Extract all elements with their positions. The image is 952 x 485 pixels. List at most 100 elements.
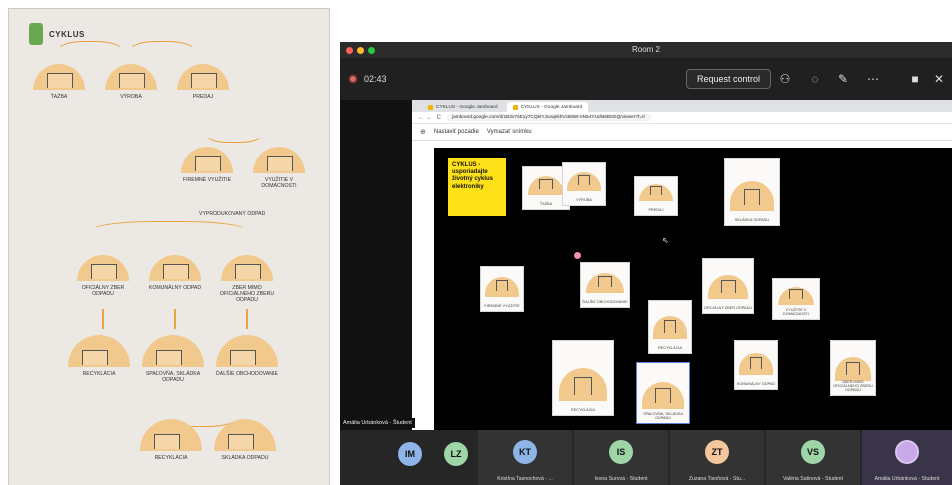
cycle-node: VYUŽITIE V DOMÁCNOSTI [247, 147, 311, 189]
mining-icon [539, 178, 553, 189]
participant-strip: IM LZ KT Kristína Tasnochová - ... IS Iv… [340, 430, 952, 485]
participant-tile[interactable]: VS Valéria Satinová - Študent [766, 430, 860, 485]
flow-arrow [89, 221, 249, 247]
office-building-icon [181, 147, 233, 173]
window-titlebar: Room 2 [340, 42, 952, 58]
sticky-note[interactable]: CYKLUS - usporiadajte životný cyklus ele… [448, 158, 506, 216]
pointer-dot-icon [574, 252, 581, 259]
flow-arrow [102, 309, 104, 329]
trash-can-icon [149, 255, 201, 281]
cycle-node: PREDAJ [171, 64, 235, 100]
chapter-badge-icon [29, 23, 43, 45]
cycle-node: ŤAŽBA [27, 64, 91, 100]
zoom-icon[interactable]: ⊕ [420, 128, 426, 136]
participant-avatar: IS [609, 440, 633, 464]
reload-icon[interactable]: C [437, 115, 441, 121]
mouse-cursor-icon: ⇖ [662, 236, 669, 245]
screenshot-root: { "book": { "title": "CYKLUS", "nodes": … [0, 0, 952, 485]
mic-muted-icon[interactable]: ✕ [930, 70, 948, 88]
participant-avatar[interactable]: IM [398, 442, 422, 466]
participant-avatar[interactable]: LZ [444, 442, 468, 466]
set-background-button[interactable]: Nastaviť pozadie [434, 129, 479, 135]
jam-card[interactable]: RECYKLÁCIA [648, 300, 692, 354]
browser-window: CYKLUS - Google Jamboard CYKLUS - Google… [412, 100, 952, 430]
participant-avatar: ZT [705, 440, 729, 464]
factory-icon [577, 174, 591, 185]
ship-truck-icon [846, 361, 860, 375]
call-timer: 02:43 [364, 74, 387, 84]
jam-card-selected[interactable]: SPAĽOVŇA, SKLÁDKA ODPADU [636, 362, 690, 424]
recycle-icon [68, 335, 130, 367]
more-options-icon[interactable]: ⋯ [864, 70, 882, 88]
jam-card[interactable]: VÝROBA [562, 162, 606, 206]
camera-icon[interactable]: ■ [906, 70, 924, 88]
trash-can-icon [749, 357, 763, 369]
participant-tile[interactable]: IS Ivona Surová - Študent [574, 430, 668, 485]
jam-card[interactable]: RECYKLÁCIA [552, 340, 614, 416]
participant-avatar: KT [513, 440, 537, 464]
cycle-node: ZBER MIMO OFICIÁLNEHO ZBERU ODPADU [215, 255, 279, 304]
participant-name: Valéria Satinová - Študent [783, 476, 843, 482]
jam-card[interactable]: OFICIÁLNY ZBER ODPADU [702, 258, 754, 314]
participant-tile[interactable]: ZT Zuzana Tisoňová - Štu... [670, 430, 764, 485]
participant-photo-avatar [895, 440, 919, 464]
bins-icon [77, 255, 129, 281]
chat-icon[interactable]: ◌ [806, 70, 824, 88]
jam-card[interactable]: KOMUNÁLNY ODPAD [734, 340, 778, 390]
participant-avatar: VS [801, 440, 825, 464]
jamboard-toolbar: ⊕ Nastaviť pozadie Vymazať snímku [412, 124, 952, 141]
incinerator-icon [142, 335, 204, 367]
participant-tile[interactable]: KT Kristína Tasnochová - ... [478, 430, 572, 485]
cycle-node: RECYKLÁCIA [139, 419, 203, 461]
call-toolbar: 02:43 Request control ⚇ ◌ ✎ ⋯ ■ ✕ [340, 58, 952, 100]
textbook-page: CYKLUS ŤAŽBA VÝROBA PREDAJ FIREMNÉ VYUŽI… [8, 8, 330, 485]
incinerator-icon [655, 388, 671, 403]
browser-tab-active[interactable]: CYKLUS - Google Jamboard [506, 102, 589, 112]
recycle-icon [663, 320, 677, 333]
cycle-node: FIREMNÉ VYUŽITIE [175, 147, 239, 183]
flow-arrow [204, 117, 264, 143]
url-field[interactable]: jamboard.google.com/d/1B2v7sE1y7CQkIYJuv… [446, 114, 651, 121]
participant-name: Amália Urbánková - Študent [874, 476, 940, 482]
presenter-name-label: Amália Urbánková - Študent [340, 418, 415, 428]
flow-arrow [246, 309, 248, 329]
participants-icon[interactable]: ⚇ [776, 70, 794, 88]
cycle-node: SKLÁDKA ODPADU [213, 419, 277, 461]
jam-card[interactable]: ĎALŠIE OBCHODOVANIE [580, 262, 630, 308]
cycle-node: OFICIÁLNY ZBER ODPADU [71, 255, 135, 297]
browser-tabs: CYKLUS - Google Jamboard CYKLUS - Google… [412, 100, 952, 112]
recycle-icon [574, 376, 592, 395]
recycle-icon [140, 419, 202, 451]
factory-icon [105, 64, 157, 90]
cycle-node: SPAĽOVŇA, SKLÁDKA ODPADU [141, 335, 205, 383]
jam-card[interactable]: VYUŽITIE V DOMÁCNOSTI [772, 278, 820, 320]
textbook-title: CYKLUS [49, 29, 85, 39]
jamboard-canvas[interactable]: CYKLUS - usporiadajte životný cyklus ele… [434, 148, 952, 430]
participant-name: Kristína Tasnochová - ... [497, 476, 553, 482]
landfill-icon [743, 188, 761, 205]
address-bar: ← → C jamboard.google.com/d/1B2v7sE1y7CQ… [412, 112, 952, 124]
cycle-node: KOMUNÁLNY ODPAD [143, 255, 207, 291]
window-title: Room 2 [631, 45, 660, 54]
jam-card[interactable]: FIREMNÉ VYUŽITIE [480, 266, 524, 312]
participant-name: Ivona Surová - Študent [594, 476, 648, 482]
participant-tile-active[interactable]: Amália Urbánková - Študent [862, 430, 952, 485]
ship-truck-icon [221, 255, 273, 281]
bazaar-shop-icon [216, 335, 278, 367]
effects-icon[interactable]: ✎ [834, 70, 852, 88]
nav-arrows-icon[interactable]: ← → [418, 115, 432, 121]
recording-icon [348, 74, 358, 84]
bins-icon [720, 279, 736, 293]
request-control-button[interactable]: Request control [686, 69, 772, 89]
mining-icon [33, 64, 85, 90]
jamboard-tab-icon [512, 104, 518, 110]
jam-card[interactable]: PREDAJ [634, 176, 678, 216]
landfill-icon [214, 419, 276, 451]
jam-card[interactable]: ZBER MIMO OFICIÁLNEHO ZBERU ODPADU [830, 340, 876, 396]
clear-frame-button[interactable]: Vymazať snímku [487, 129, 532, 135]
office-building-icon [495, 280, 509, 291]
cycle-node: RECYKLÁCIA [67, 335, 131, 377]
jam-card[interactable]: SKLÁDKA ODPADU [724, 158, 780, 226]
jamboard-tab-icon [428, 104, 433, 110]
browser-tab[interactable]: CYKLUS - Google Jamboard [422, 102, 504, 112]
